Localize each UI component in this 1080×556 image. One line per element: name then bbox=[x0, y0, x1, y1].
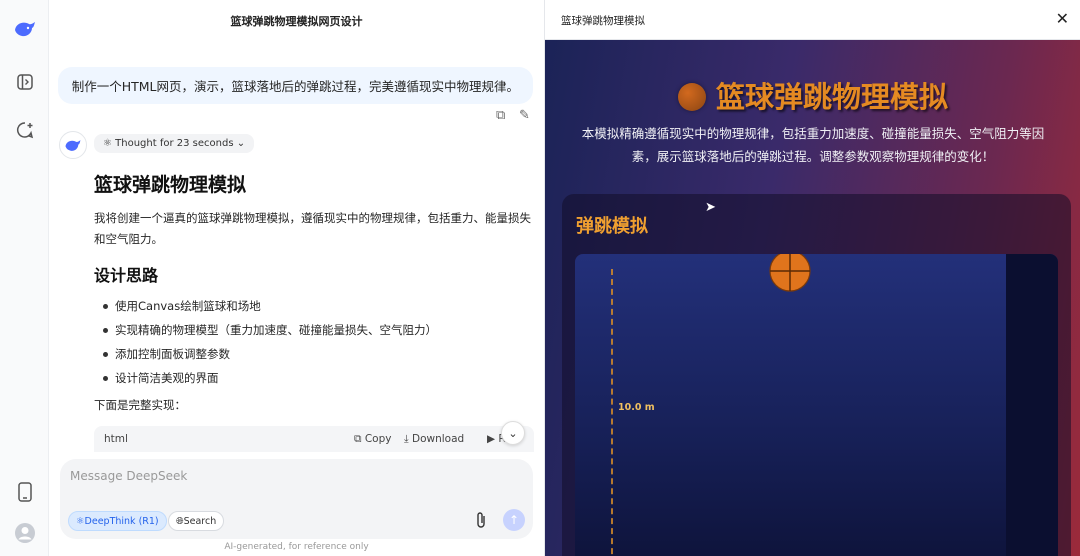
preview-panel: 篮球弹跳物理模拟 ✕ 篮球弹跳物理模拟 本模拟精确遵循现实中的物理规律，包括重力… bbox=[544, 0, 1080, 556]
attach-file-icon[interactable] bbox=[475, 511, 487, 533]
ai-disclaimer: AI-generated, for reference only bbox=[224, 542, 369, 552]
copy-message-icon[interactable]: ⧉ bbox=[496, 108, 505, 123]
conversation-title: 篮球弹跳物理模拟网页设计 bbox=[230, 15, 363, 28]
preview-description: 本模拟精确遵循现实中的物理规律，包括重力加速度、碰撞能量损失、空气阻力等因素，展… bbox=[581, 126, 1045, 164]
search-toggle[interactable]: 🌐︎ Search bbox=[168, 511, 225, 531]
code-block-header: html ⧉ Copy ⤓ Download ▶ R bbox=[94, 426, 534, 452]
answer-title: 篮球弹跳物理模拟 bbox=[94, 174, 247, 196]
simulation-canvas[interactable]: 10.0 m bbox=[575, 254, 1058, 556]
message-composer[interactable]: Message DeepSeek ⚛ DeepThink (R1) 🌐︎ Sea… bbox=[60, 459, 533, 539]
left-rail bbox=[0, 0, 49, 556]
close-icon[interactable]: ✕ bbox=[1056, 9, 1069, 28]
answer-intro: 我将创建一个逼真的篮球弹跳物理模拟，遵循现实中的物理规律，包括重力、能量损失和空… bbox=[94, 211, 531, 246]
design-heading: 设计思路 bbox=[94, 266, 159, 285]
deepthink-toggle[interactable]: ⚛ DeepThink (R1) bbox=[68, 511, 167, 531]
mobile-app-icon[interactable] bbox=[12, 479, 38, 505]
thought-toggle[interactable]: ⚛ Thought for 23 seconds ⌄ bbox=[94, 134, 255, 153]
globe-icon: 🌐︎ bbox=[176, 515, 184, 527]
code-language: html bbox=[104, 433, 128, 445]
scroll-down-button[interactable]: ⌄ bbox=[501, 421, 525, 445]
chevron-down-icon: ⌄ bbox=[233, 138, 246, 149]
arrow-up-icon: ↑ bbox=[508, 513, 520, 527]
play-icon: ▶ bbox=[487, 433, 499, 445]
deepthink-icon: ⚛ bbox=[76, 515, 85, 527]
height-guide-line bbox=[611, 269, 613, 556]
open-sidebar-icon[interactable] bbox=[12, 69, 38, 95]
assistant-avatar bbox=[59, 131, 87, 159]
list-item: 设计简洁美观的界面 bbox=[103, 366, 437, 390]
list-item: 添加控制面板调整参数 bbox=[103, 342, 437, 366]
basketball bbox=[769, 254, 811, 292]
copy-icon: ⧉ bbox=[354, 433, 365, 445]
list-item: 实现精确的物理模型（重力加速度、碰撞能量损失、空气阻力） bbox=[103, 318, 437, 342]
design-list: 使用Canvas绘制篮球和场地 实现精确的物理模型（重力加速度、碰撞能量损失、空… bbox=[103, 294, 437, 390]
thought-label: Thought for 23 seconds bbox=[115, 138, 234, 149]
user-message: 制作一个HTML网页，演示，篮球落地后的弹跳过程，完美遵循现实中物理规律。 bbox=[57, 67, 533, 104]
preview-panel-title: 篮球弹跳物理模拟 bbox=[561, 15, 645, 27]
download-icon: ⤓ bbox=[404, 433, 412, 445]
copy-code-button[interactable]: ⧉ Copy bbox=[354, 433, 391, 446]
preview-header: 篮球弹跳物理模拟 ✕ bbox=[545, 0, 1080, 40]
send-button[interactable]: ↑ bbox=[503, 509, 525, 531]
download-button[interactable]: ⤓ Download bbox=[404, 433, 464, 446]
preview-page-title: 篮球弹跳物理模拟 bbox=[545, 74, 1080, 116]
new-chat-icon[interactable] bbox=[12, 117, 38, 143]
simulation-card: 弹跳模拟 10.0 m bbox=[562, 194, 1071, 556]
edit-message-icon[interactable]: ✎ bbox=[519, 108, 530, 123]
simulation-card-title: 弹跳模拟 bbox=[576, 216, 648, 237]
deepthink-icon: ⚛ bbox=[103, 138, 116, 149]
height-label: 10.0 m bbox=[618, 402, 655, 413]
basketball-icon bbox=[677, 83, 706, 111]
user-avatar-icon[interactable] bbox=[12, 520, 38, 546]
chevron-down-icon: ⌄ bbox=[508, 426, 518, 440]
implementation-label: 下面是完整实现： bbox=[94, 398, 186, 412]
chat-pane: 篮球弹跳物理模拟网页设计 制作一个HTML网页，演示，篮球落地后的弹跳过程，完美… bbox=[49, 0, 544, 556]
mouse-cursor-icon: ➤ bbox=[705, 200, 716, 215]
list-item: 使用Canvas绘制篮球和场地 bbox=[103, 294, 437, 318]
canvas-side-strip bbox=[1006, 254, 1058, 556]
message-input[interactable]: Message DeepSeek bbox=[70, 469, 187, 483]
deepseek-whale-logo[interactable] bbox=[12, 16, 38, 42]
preview-content: 篮球弹跳物理模拟 本模拟精确遵循现实中的物理规律，包括重力加速度、碰撞能量损失、… bbox=[545, 40, 1080, 556]
